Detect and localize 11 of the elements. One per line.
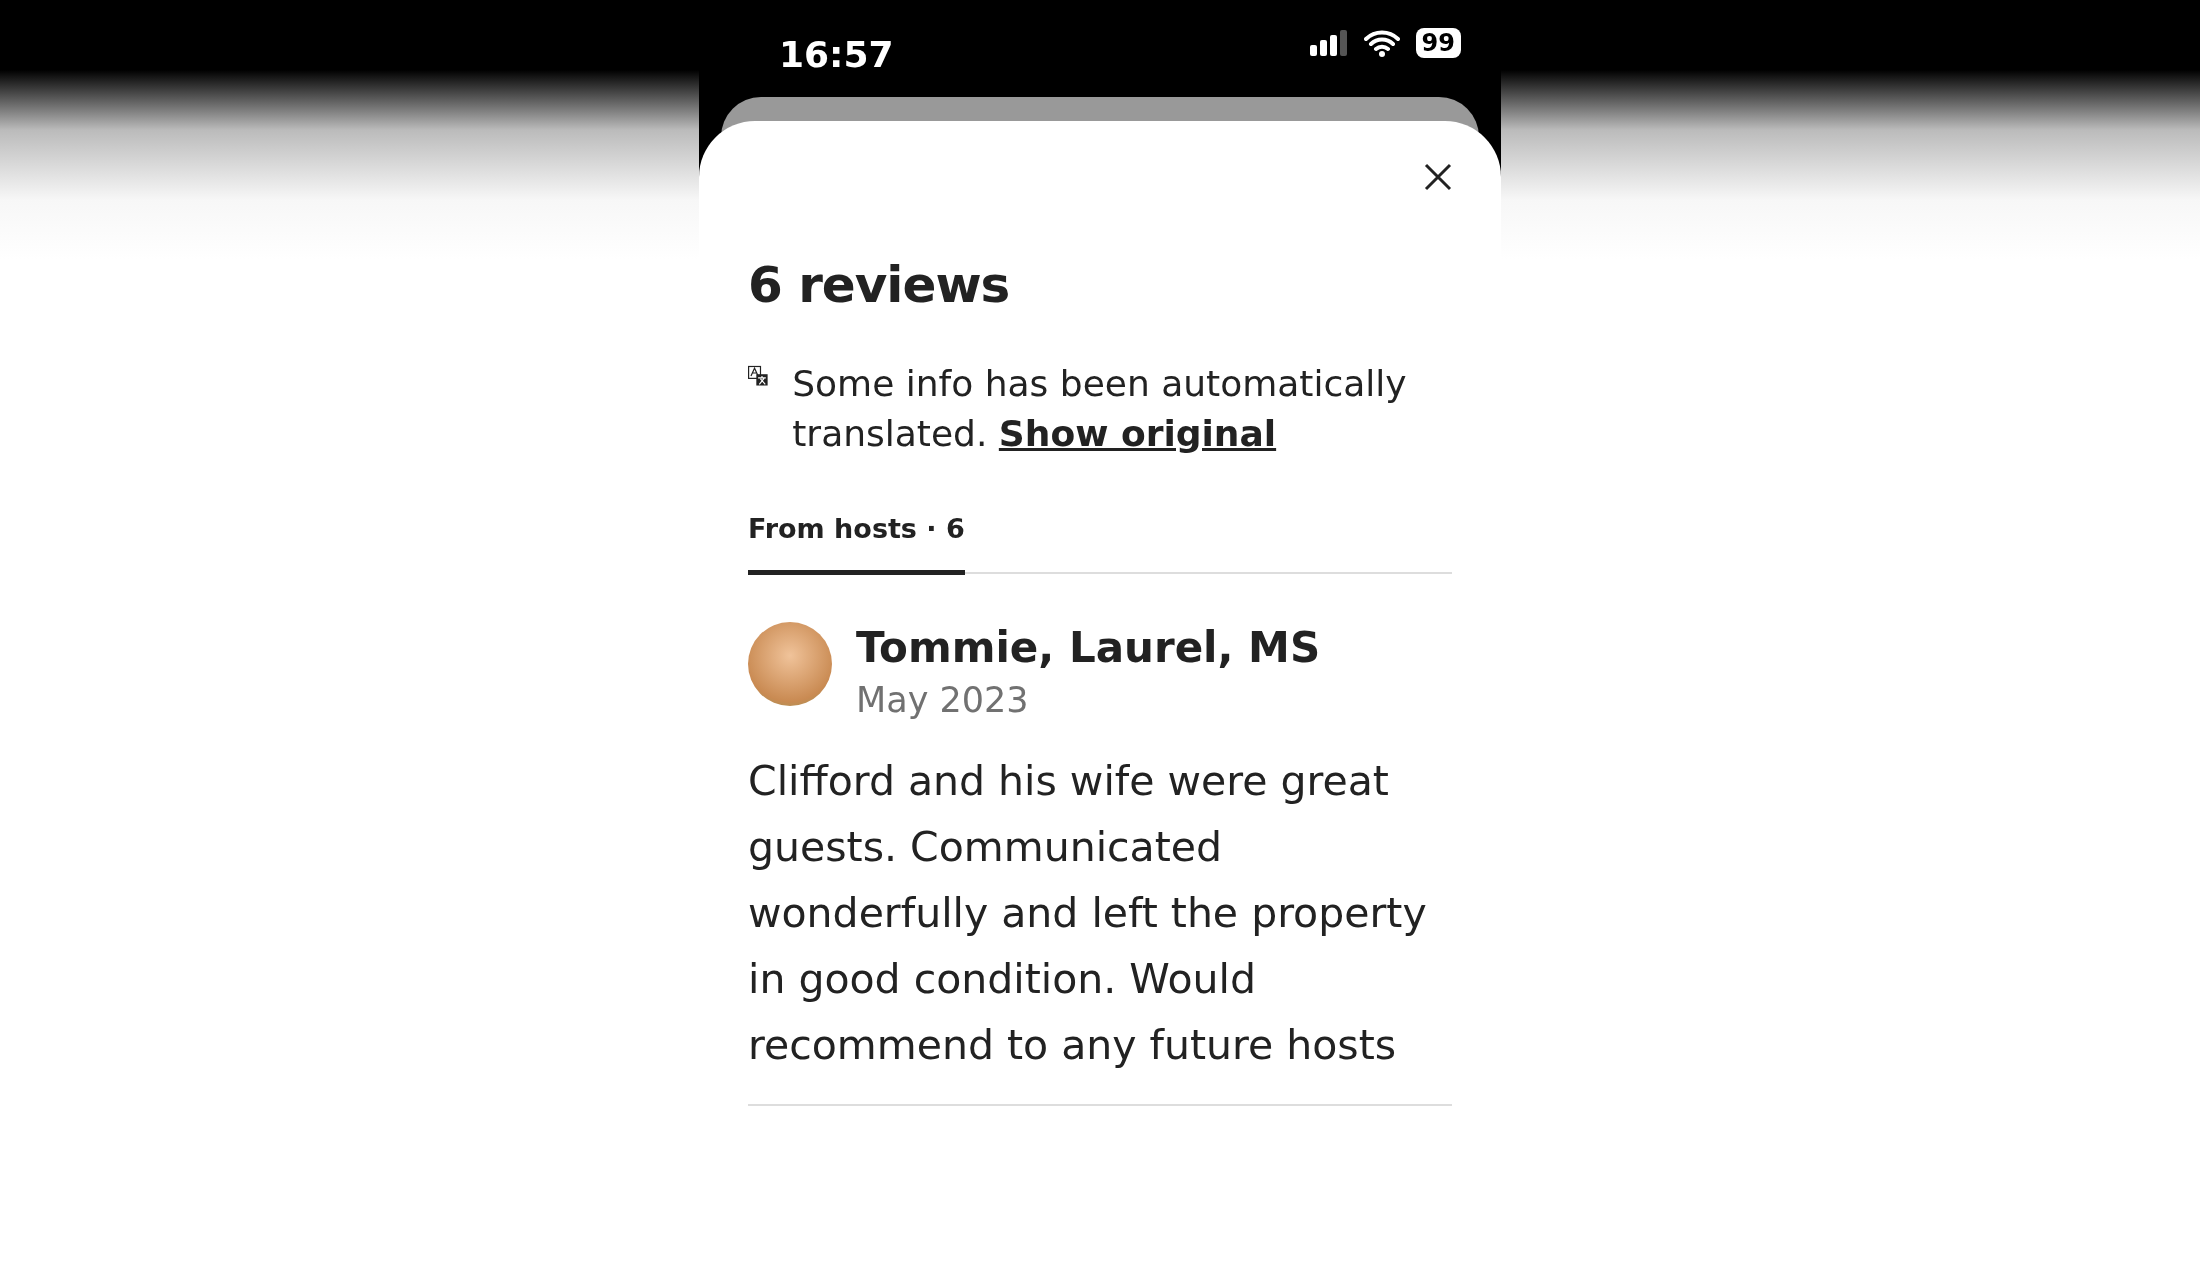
wifi-icon (1363, 29, 1400, 57)
review-text: Clifford and his wife were great guests. Communicated wonderfully and left the property in good condition. Would recommend to any future hosts (748, 748, 1452, 1106)
reviewer-name: Tommie, Laurel, MS (856, 621, 1321, 674)
signal-icon (1309, 30, 1348, 56)
reviews-title: 6 reviews (748, 255, 1011, 315)
show-original-link[interactable]: Show original (998, 413, 1277, 454)
review-date: May 2023 (856, 678, 1030, 722)
battery-level: 99 (1415, 28, 1461, 58)
status-time: 16:57 (779, 33, 894, 77)
tab[interactable]: From hosts · 6 (748, 509, 965, 575)
translation-notice: Some info has been automatically translated. Show original (792, 362, 1408, 456)
